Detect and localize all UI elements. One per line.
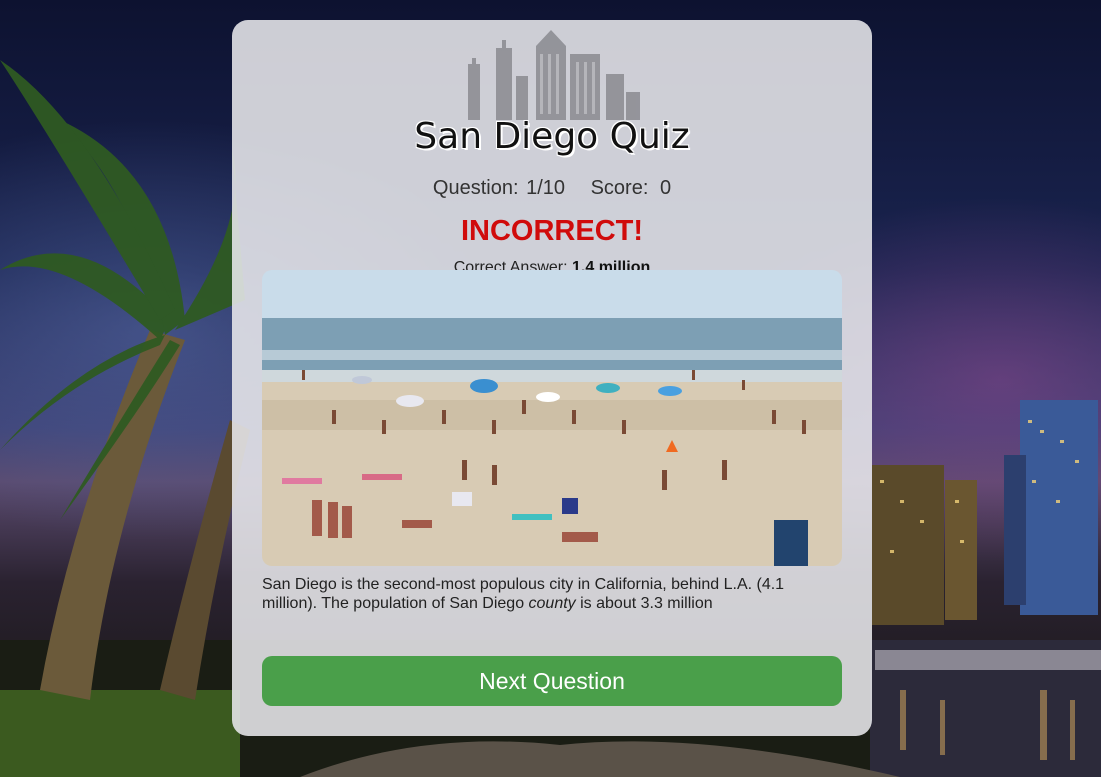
quiz-stats: Question: 1/10 Score: 0 (232, 177, 872, 200)
city-skyline-icon (468, 30, 640, 120)
question-counter: Question: 1/10 (433, 177, 571, 199)
question-value: 1/10 (526, 177, 566, 199)
score-counter: Score: 0 (591, 177, 672, 199)
beach-photo (262, 270, 842, 566)
page-title: San Diego Quiz (414, 116, 690, 157)
next-question-button[interactable]: Next Question (262, 656, 842, 706)
quiz-card: San Diego Quiz Question: 1/10 Score: 0 I… (232, 20, 872, 736)
fact-text: San Diego is the second-most populous ci… (262, 575, 802, 613)
fact-text-part2: is about 3.3 million (575, 595, 713, 612)
score-label: Score: (590, 177, 649, 199)
score-value: 0 (659, 177, 672, 199)
result-status: INCORRECT! (460, 215, 644, 247)
beach-illustration (262, 270, 842, 566)
fact-text-emphasis: county (528, 595, 576, 612)
question-label: Question: (432, 177, 519, 199)
